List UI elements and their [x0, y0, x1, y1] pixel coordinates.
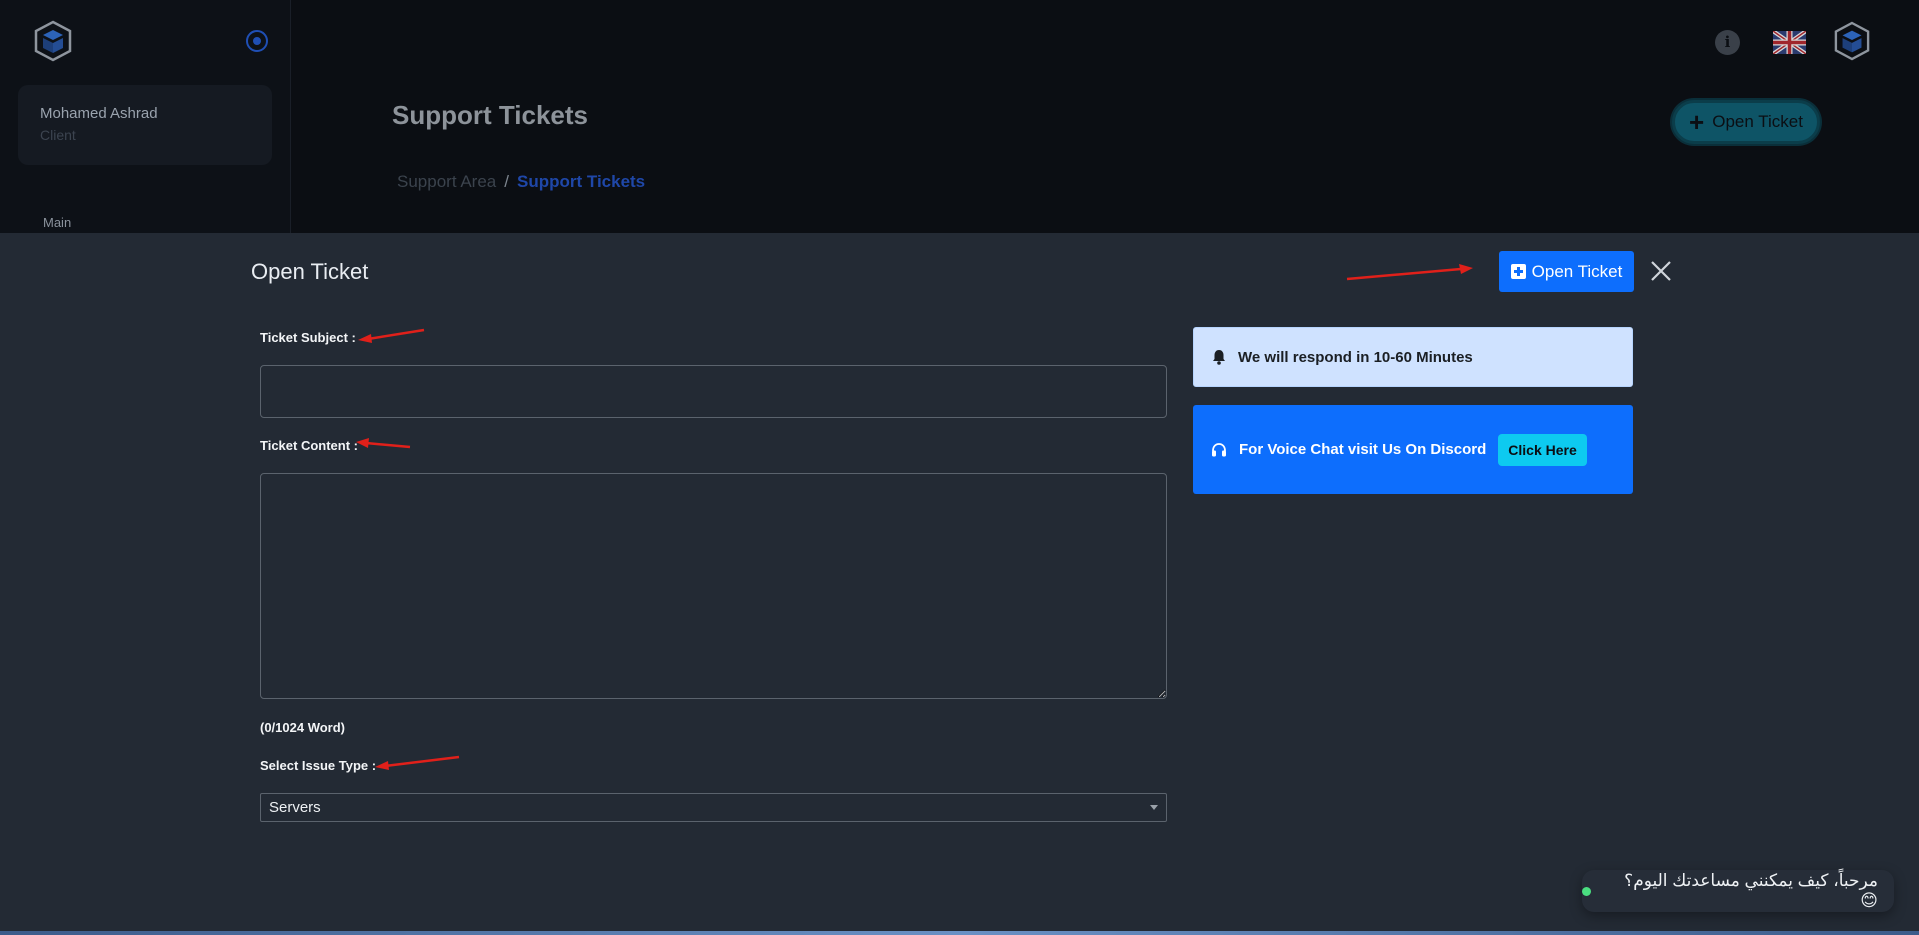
info-icon[interactable]: i — [1715, 30, 1740, 55]
chat-message: مرحباً، كيف يمكنني مساعدتك اليوم؟ 😊 — [1624, 871, 1878, 910]
response-time-text: We will respond in 10-60 Minutes — [1238, 348, 1473, 366]
annotation-arrow — [358, 328, 425, 343]
page-title: Support Tickets — [392, 100, 589, 130]
online-status-icon — [1582, 886, 1591, 896]
breadcrumb-current[interactable]: Support Tickets — [517, 172, 645, 191]
modal-open-ticket-label: Open Ticket — [1531, 261, 1623, 281]
cube-logo-icon[interactable] — [34, 20, 72, 62]
header-open-ticket-button[interactable]: + Open Ticket — [1672, 100, 1820, 144]
breadcrumb-parent[interactable]: Support Area — [397, 172, 496, 191]
uk-flag-icon[interactable] — [1773, 31, 1806, 54]
user-name: Mohamed Ashrad — [40, 105, 158, 122]
close-icon[interactable] — [1650, 260, 1672, 282]
discord-text: For Voice Chat visit Us On Discord — [1239, 441, 1487, 458]
word-count: (0/1024 Word) — [260, 720, 346, 735]
user-card[interactable]: Mohamed Ashrad Client — [18, 85, 272, 165]
plus-square-icon — [1510, 264, 1526, 279]
breadcrumb: Support Area / Support Tickets — [397, 172, 645, 192]
plus-icon: + — [1689, 107, 1705, 137]
discord-alert: For Voice Chat visit Us On Discord Click… — [1193, 405, 1633, 494]
annotation-arrow — [356, 438, 411, 449]
issue-type-select[interactable]: Servers — [260, 793, 1167, 822]
caret-down-icon — [1150, 805, 1158, 810]
breadcrumb-separator: / — [504, 172, 509, 191]
headset-icon — [1212, 442, 1226, 456]
sidebar-toggle-button[interactable] — [246, 30, 268, 52]
app-root: Mohamed Ashrad Client Main i Support Tic… — [0, 0, 1919, 935]
header-open-ticket-label: Open Ticket — [1712, 112, 1803, 131]
chat-widget-bubble[interactable]: مرحباً، كيف يمكنني مساعدتك اليوم؟ 😊 — [1582, 870, 1894, 912]
annotation-arrow — [375, 755, 460, 770]
issue-type-selected: Servers — [269, 799, 321, 816]
sidebar-section-main: Main — [43, 215, 72, 230]
bell-icon — [1213, 350, 1225, 365]
ticket-subject-label: Ticket Subject : — [260, 330, 356, 345]
ticket-content-textarea[interactable] — [260, 473, 1167, 699]
ticket-subject-input[interactable] — [260, 365, 1167, 418]
modal-open-ticket-button[interactable]: Open Ticket — [1499, 251, 1634, 292]
annotation-arrow — [1346, 264, 1473, 281]
response-time-alert: We will respond in 10-60 Minutes — [1193, 327, 1633, 387]
issue-type-label: Select Issue Type : — [260, 758, 377, 773]
ticket-content-label: Ticket Content : — [260, 438, 358, 453]
modal-title: Open Ticket — [251, 259, 369, 284]
cube-avatar-icon[interactable] — [1834, 21, 1870, 61]
bottom-divider — [0, 931, 1919, 935]
discord-click-here-button[interactable]: Click Here — [1498, 433, 1587, 466]
open-ticket-modal: Open Ticket Open Ticket Ticket Subject :… — [0, 233, 1919, 933]
user-role: Client — [40, 127, 76, 143]
